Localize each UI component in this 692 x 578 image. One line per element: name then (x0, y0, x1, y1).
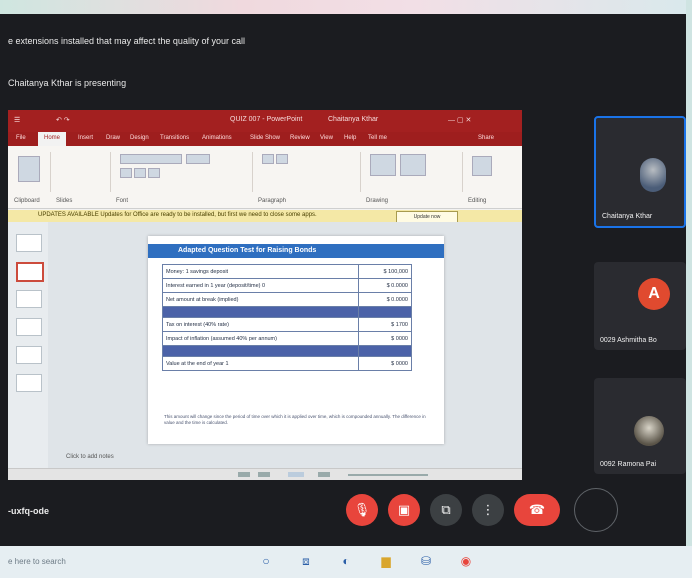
numbering-icon[interactable] (276, 154, 288, 164)
font-size-select[interactable] (186, 154, 210, 164)
user-name: Chaitanya Kthar (328, 116, 379, 123)
edge-icon[interactable]: ◐ (338, 553, 354, 569)
more-icon[interactable]: ⋮ (472, 494, 504, 526)
participant-tile[interactable]: 0092 Ramona Pai (594, 378, 686, 474)
participant-name: 0092 Ramona Pai (600, 461, 657, 468)
app-title-bar: ☰ ↶ ↷ QUIZ 007 - PowerPoint Chaitanya Kt… (8, 110, 522, 132)
present-icon[interactable]: ⧉ (430, 494, 462, 526)
table-row: Money: 1 savings deposit $ 100,000 (162, 264, 412, 279)
table-row: Interest earned in 1 year (deposit/time)… (162, 278, 412, 293)
side-panel-button[interactable] (574, 488, 618, 532)
italic-icon[interactable] (134, 168, 146, 178)
table-row: Value at the end of year 1 $ 0000 (162, 356, 412, 371)
tab-review[interactable]: Review (290, 135, 310, 141)
participant-name: Chaitanya Kthar (602, 213, 653, 220)
notes-icon[interactable] (238, 472, 250, 477)
participant-avatar: A (638, 278, 670, 310)
window-controls[interactable]: — ▢ ✕ (448, 116, 471, 124)
reading-view-icon[interactable] (318, 472, 330, 477)
shared-screen[interactable]: ☰ ↶ ↷ QUIZ 007 - PowerPoint Chaitanya Kt… (8, 110, 522, 480)
participant-tile[interactable]: A 0029 Ashmitha Bo (594, 262, 686, 350)
tab-home[interactable]: Home (38, 132, 67, 146)
tab-design[interactable]: Design (130, 135, 149, 141)
share-button[interactable]: Share (478, 135, 494, 141)
meeting-code: -uxfq-ode (8, 506, 49, 516)
underline-icon[interactable] (148, 168, 160, 178)
participant-avatar (634, 416, 664, 446)
participant-avatar (640, 158, 666, 192)
table-row: Impact of inflation (assumed 40% per ann… (162, 331, 412, 346)
cortana-icon[interactable]: ○ (258, 553, 274, 569)
camera-off-icon[interactable]: ▣ (388, 494, 420, 526)
task-view-icon[interactable]: ⧈ (298, 553, 314, 569)
file-explorer-icon[interactable]: ▆ (378, 553, 394, 569)
slide-thumbnail[interactable] (16, 318, 42, 336)
tab-file[interactable]: File (16, 135, 26, 141)
notes-placeholder[interactable]: Click to add notes (66, 454, 114, 460)
slide-footnote: This amount will change since the period… (164, 414, 426, 425)
tab-insert[interactable]: Insert (78, 135, 93, 141)
slide-thumbnail[interactable] (16, 374, 42, 392)
app-title: QUIZ 007 - PowerPoint (230, 116, 303, 123)
tab-animations[interactable]: Animations (202, 135, 232, 141)
taskbar-search[interactable]: e here to search (8, 557, 66, 566)
chrome-icon[interactable]: ◉ (458, 553, 474, 569)
tab-draw[interactable]: Draw (106, 135, 120, 141)
ribbon-tabs: File Home Insert Draw Design Transitions… (8, 132, 522, 146)
extensions-notice: e extensions installed that may affect t… (8, 36, 245, 46)
quick-access-icon[interactable]: ↶ ↷ (56, 116, 70, 124)
slide-title: Adapted Question Test for Raising Bonds (178, 247, 317, 254)
store-icon[interactable]: ⛁ (418, 553, 434, 569)
ribbon-group-slides: Slides (52, 152, 111, 204)
slide-thumbnails (8, 222, 49, 480)
current-slide[interactable]: Adapted Question Test for Raising Bonds … (148, 236, 444, 444)
slide-table: Money: 1 savings deposit $ 100,000 Intere… (162, 264, 412, 371)
right-edge (686, 0, 692, 578)
tab-slideshow[interactable]: Slide Show (250, 135, 280, 141)
table-row: Net amount at break (implied) $ 0.0000 (162, 292, 412, 307)
zoom-slider[interactable] (348, 474, 428, 476)
participant-name: 0029 Ashmitha Bo (600, 337, 657, 344)
table-row (162, 306, 412, 318)
normal-view-icon[interactable] (258, 472, 270, 477)
presenting-label: Chaitanya Kthar is presenting (8, 78, 127, 88)
slide-sorter-icon[interactable] (288, 472, 304, 477)
menu-icon[interactable]: ☰ (14, 116, 20, 124)
slide-thumbnail[interactable] (16, 346, 42, 364)
mic-off-icon[interactable]: 🎙 (346, 494, 378, 526)
table-row (162, 345, 412, 357)
bold-icon[interactable] (120, 168, 132, 178)
slide-title-bar: Adapted Question Test for Raising Bonds (148, 244, 444, 258)
paste-icon[interactable] (18, 156, 40, 182)
tab-help[interactable]: Help (344, 135, 356, 141)
find-icon[interactable] (472, 156, 492, 176)
status-bar (8, 468, 522, 480)
table-row: Tax on interest (40% rate) $ 1700 (162, 317, 412, 332)
tab-view[interactable]: View (320, 135, 333, 141)
shapes-icon[interactable] (370, 154, 396, 176)
tab-tell-me[interactable]: Tell me (368, 135, 387, 141)
arrange-icon[interactable] (400, 154, 426, 176)
tab-transitions[interactable]: Transitions (160, 135, 189, 141)
update-info-text: UPDATES AVAILABLE Updates for Office are… (38, 212, 317, 218)
slide-thumbnail[interactable] (16, 262, 44, 282)
ribbon-body: Clipboard Slides Font Paragraph Drawing … (8, 146, 522, 209)
slide-thumbnail[interactable] (16, 234, 42, 252)
top-edge (0, 0, 692, 14)
slide-thumbnail[interactable] (16, 290, 42, 308)
slide-canvas: Adapted Question Test for Raising Bonds … (48, 222, 522, 480)
bullets-icon[interactable] (262, 154, 274, 164)
end-call-icon[interactable]: ☎ (514, 494, 560, 526)
font-select[interactable] (120, 154, 182, 164)
participant-tile[interactable]: Chaitanya Kthar (594, 116, 686, 228)
